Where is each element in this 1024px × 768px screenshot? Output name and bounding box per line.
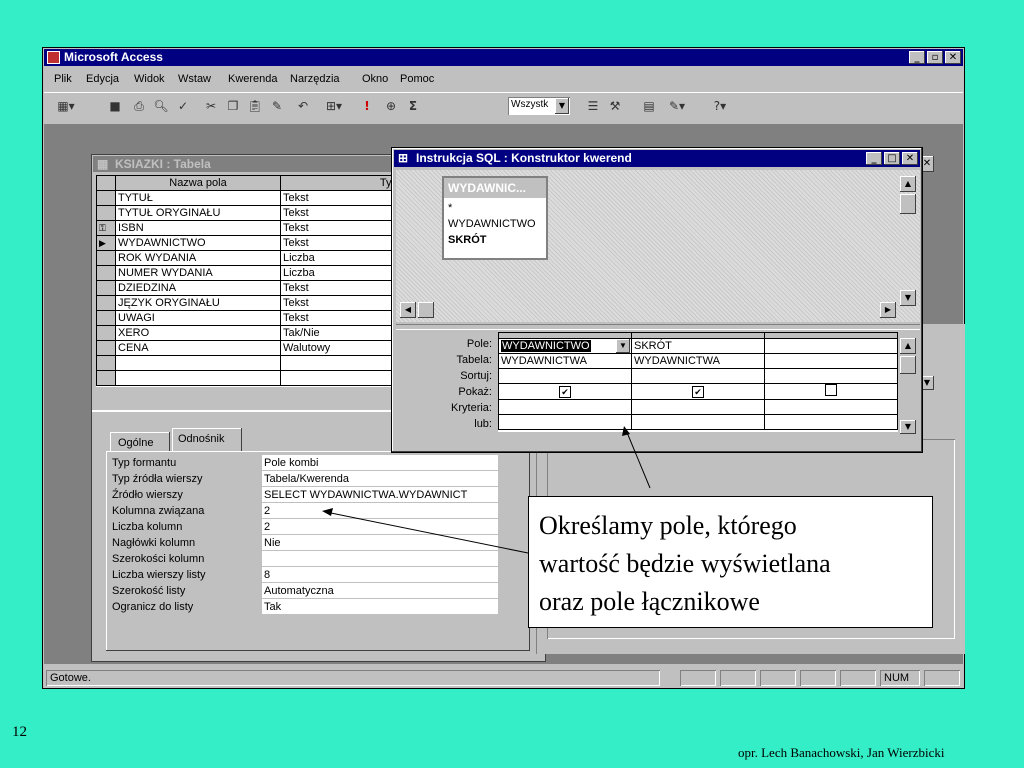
arrow-to-qbe bbox=[625, 429, 651, 489]
arrow-to-bound-column bbox=[325, 511, 529, 554]
arrows-overlay bbox=[322, 426, 651, 554]
arrowhead-icon bbox=[622, 426, 630, 436]
slide-number: 12 bbox=[12, 724, 27, 740]
arrowhead-icon bbox=[322, 508, 333, 516]
slide-authors: opr. Lech Banachowski, Jan Wierzbicki bbox=[738, 745, 945, 760]
